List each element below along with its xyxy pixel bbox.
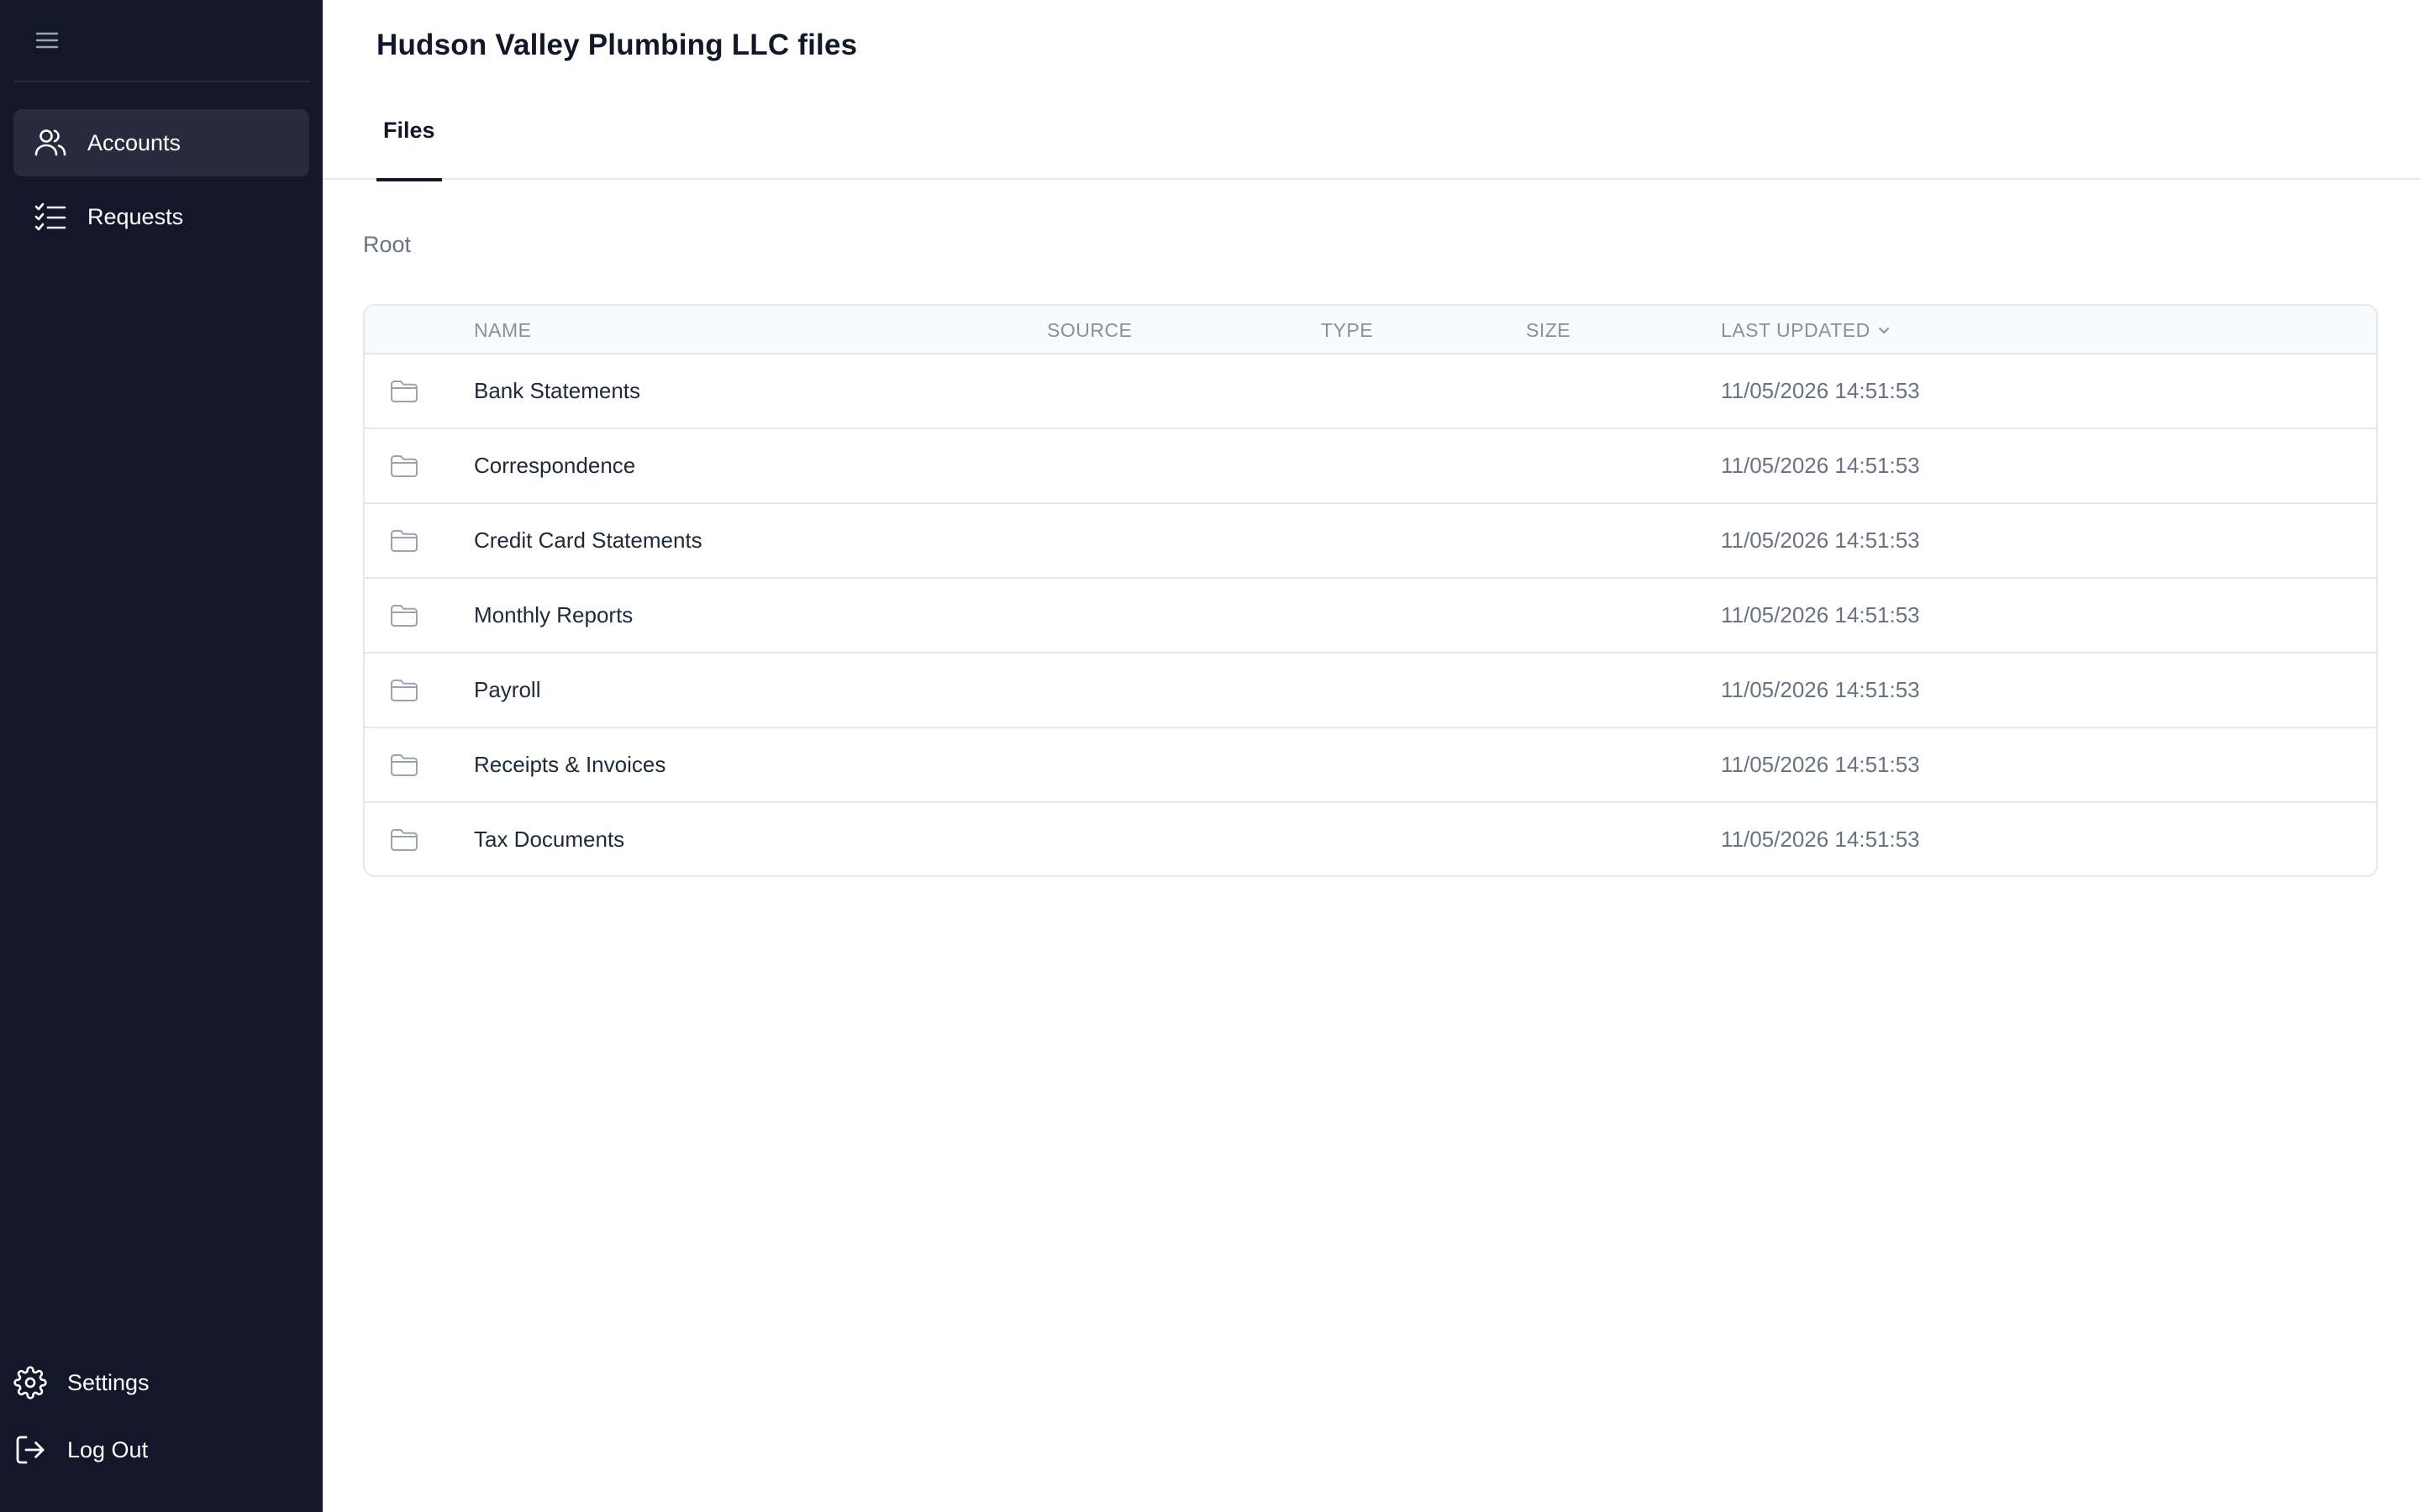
column-header-source[interactable]: SOURCE (1047, 306, 1132, 354)
table-row[interactable]: Bank Statements 11/05/2026 14:51:53 (365, 354, 2376, 429)
sidebar-divider (13, 81, 309, 82)
table-row[interactable]: Payroll 11/05/2026 14:51:53 (365, 654, 2376, 728)
column-header-last-updated[interactable]: LAST UPDATED (1721, 306, 1891, 354)
last-updated-value: 11/05/2026 14:51:53 (1721, 528, 1920, 553)
folder-icon (390, 753, 418, 777)
file-name: Payroll (474, 677, 541, 702)
files-table: NAME SOURCE TYPE SIZE LAST UPDATED Bank … (363, 304, 2378, 877)
column-header-name[interactable]: NAME (474, 306, 531, 354)
sidebar-item-logout[interactable]: Log Out (0, 1418, 323, 1482)
sidebar: Accounts Requests Settings Log Out (0, 0, 323, 1512)
sidebar-item-label: Requests (87, 204, 184, 229)
table-body: Bank Statements 11/05/2026 14:51:53 Corr… (365, 354, 2376, 875)
file-name: Correspondence (474, 453, 636, 478)
sidebar-item-requests[interactable]: Requests (13, 183, 309, 250)
table-row[interactable]: Tax Documents 11/05/2026 14:51:53 (365, 803, 2376, 875)
main-content: Hudson Valley Plumbing LLC files Files R… (323, 0, 2420, 1512)
last-updated-value: 11/05/2026 14:51:53 (1721, 677, 1920, 702)
sidebar-item-label: Settings (67, 1370, 150, 1395)
file-name: Receipts & Invoices (474, 752, 666, 777)
table-row[interactable]: Credit Card Statements 11/05/2026 14:51:… (365, 504, 2376, 579)
app-window: Accounts Requests Settings Log Out Hudso… (0, 0, 2420, 1512)
folder-icon (390, 679, 418, 702)
sidebar-item-accounts[interactable]: Accounts (13, 109, 309, 176)
file-name: Monthly Reports (474, 602, 634, 627)
tab-files[interactable]: Files (376, 101, 442, 181)
table-row[interactable]: Receipts & Invoices 11/05/2026 14:51:53 (365, 728, 2376, 803)
hamburger-icon[interactable] (34, 29, 60, 52)
folder-icon (390, 828, 418, 852)
column-header-size[interactable]: SIZE (1526, 306, 1570, 354)
last-updated-value: 11/05/2026 14:51:53 (1721, 602, 1920, 627)
file-name: Tax Documents (474, 827, 625, 852)
folder-icon (390, 454, 418, 478)
column-header-type[interactable]: TYPE (1321, 306, 1373, 354)
table-row[interactable]: Monthly Reports 11/05/2026 14:51:53 (365, 579, 2376, 654)
chevron-down-icon (1877, 306, 1891, 354)
file-name: Credit Card Statements (474, 528, 702, 553)
users-icon (34, 126, 67, 160)
gear-icon (13, 1366, 47, 1399)
last-updated-value: 11/05/2026 14:51:53 (1721, 453, 1920, 478)
file-name: Bank Statements (474, 378, 640, 403)
last-updated-value: 11/05/2026 14:51:53 (1721, 752, 1920, 777)
folder-icon (390, 604, 418, 627)
table-row[interactable]: Correspondence 11/05/2026 14:51:53 (365, 429, 2376, 504)
folder-icon (390, 380, 418, 403)
table-header: NAME SOURCE TYPE SIZE LAST UPDATED (365, 306, 2376, 354)
folder-icon (390, 529, 418, 553)
page-title: Hudson Valley Plumbing LLC files (376, 29, 858, 61)
last-updated-value: 11/05/2026 14:51:53 (1721, 827, 1920, 852)
sidebar-item-label: Log Out (67, 1437, 149, 1462)
breadcrumb-root[interactable]: Root (363, 232, 411, 258)
checklist-icon (34, 200, 67, 234)
column-header-last-updated-label: LAST UPDATED (1721, 319, 1870, 341)
sidebar-item-settings[interactable]: Settings (0, 1351, 323, 1415)
logout-icon (13, 1433, 47, 1467)
tab-bar: Files (323, 101, 2420, 181)
last-updated-value: 11/05/2026 14:51:53 (1721, 378, 1920, 403)
sidebar-item-label: Accounts (87, 130, 182, 155)
